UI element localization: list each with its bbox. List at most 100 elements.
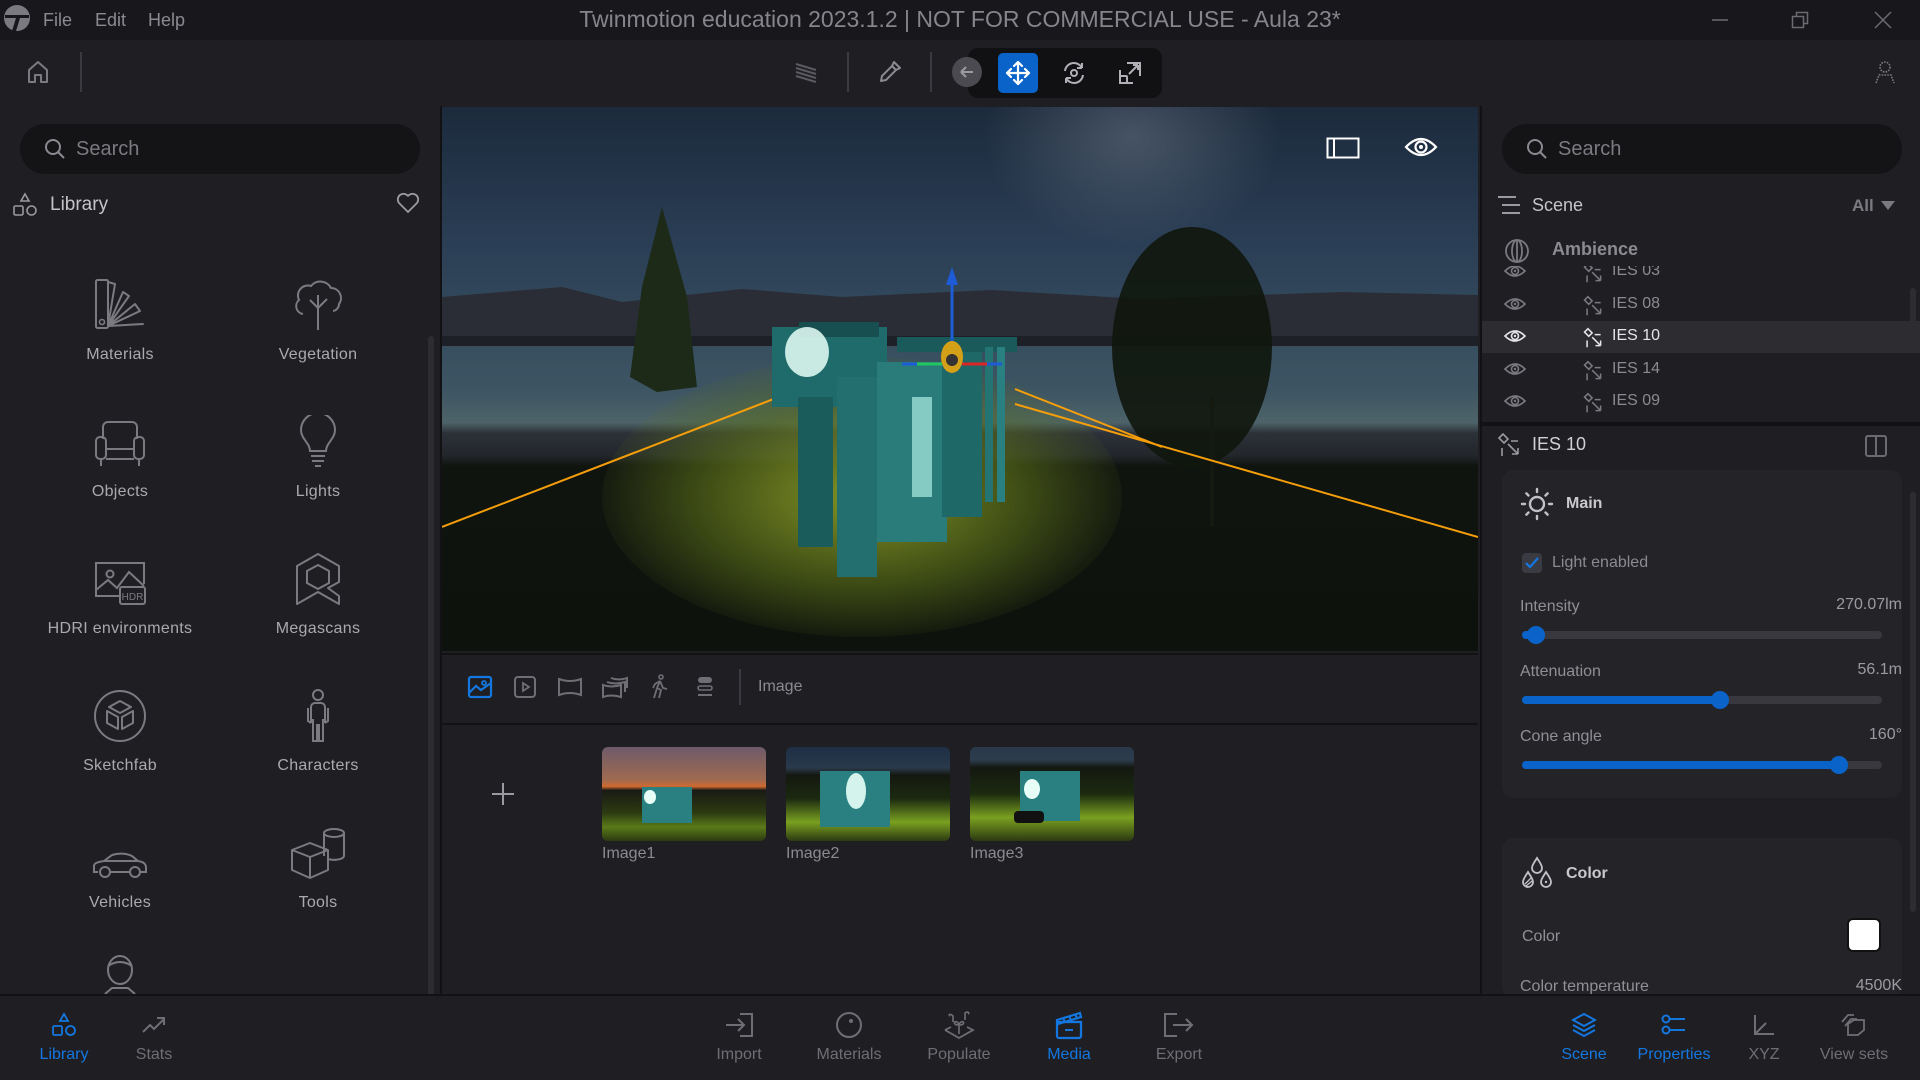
visibility-toggle-icon[interactable]: [1504, 361, 1526, 377]
intensity-slider[interactable]: [1522, 626, 1882, 644]
slider-knob[interactable]: [1829, 756, 1848, 774]
library-scrollbar[interactable]: [428, 336, 434, 1041]
scene-list-scrollbar[interactable]: [1910, 288, 1916, 336]
checkbox-box[interactable]: [1522, 553, 1542, 573]
eyedropper-button[interactable]: [870, 52, 910, 92]
light-enabled-label: Light enabled: [1552, 554, 1649, 571]
cone-angle-slider[interactable]: [1522, 756, 1882, 774]
light-enabled-checkbox[interactable]: Light enabled: [1522, 553, 1648, 573]
media-tab-phased[interactable]: [691, 673, 719, 701]
scene-search-input[interactable]: [1558, 137, 1859, 161]
nav-stats[interactable]: Stats: [104, 1010, 204, 1070]
split-view-button[interactable]: [1864, 434, 1888, 458]
image-thumbnail-2[interactable]: [786, 747, 950, 841]
scene-row-name: IES 14: [1612, 359, 1661, 377]
panorama-set-icon: [602, 676, 628, 699]
library-item-characters[interactable]: Characters: [218, 673, 418, 793]
image-thumbnail-3[interactable]: [970, 747, 1134, 841]
rotate-tool-button[interactable]: [1054, 53, 1094, 93]
nav-populate[interactable]: Populate: [909, 1010, 1009, 1070]
image-thumbnail-1[interactable]: [602, 747, 766, 841]
view-visibility-button[interactable]: [1404, 135, 1438, 159]
scene-menu-button[interactable]: [1496, 194, 1522, 216]
layers-button[interactable]: [786, 52, 826, 92]
menu-edit[interactable]: Edit: [95, 0, 126, 40]
library-item-megascans[interactable]: Megascans: [218, 536, 418, 656]
nav-label: Media: [1047, 1046, 1091, 1063]
scene-row[interactable]: IES 09: [1482, 386, 1920, 418]
media-tab-panorama[interactable]: [556, 673, 584, 701]
media-divider: [739, 669, 741, 705]
library-item-vegetation[interactable]: Vegetation: [218, 262, 418, 382]
home-button[interactable]: [18, 52, 58, 92]
ies-light-icon: [1582, 295, 1604, 317]
scene-group-ambience[interactable]: Ambience: [1552, 239, 1638, 260]
media-gallery: Image1 Image2 Image3: [442, 723, 1478, 994]
favorites-button[interactable]: [396, 192, 420, 214]
scene-row[interactable]: IES 03: [1482, 266, 1920, 288]
nav-label: View sets: [1819, 1046, 1889, 1063]
visibility-toggle-icon[interactable]: [1504, 266, 1526, 279]
nav-properties[interactable]: Properties: [1624, 1010, 1724, 1070]
scale-tool-button[interactable]: [1110, 53, 1150, 93]
visibility-toggle-icon[interactable]: [1504, 328, 1526, 344]
media-tab-panorama-set[interactable]: [601, 673, 629, 701]
nav-xyz[interactable]: XYZ: [1714, 1010, 1814, 1070]
library-item-hdri[interactable]: HDR HDRI environments: [20, 536, 220, 656]
color-swatch[interactable]: [1847, 918, 1881, 952]
library-item-vehicles[interactable]: Vehicles: [20, 810, 220, 930]
slider-knob[interactable]: [1711, 691, 1729, 709]
library-item-objects[interactable]: Objects: [20, 399, 220, 519]
slider-knob[interactable]: [1527, 626, 1546, 644]
megascans-icon: [296, 553, 340, 605]
toggle-panel-button[interactable]: [1326, 137, 1360, 159]
move-tool-button[interactable]: [998, 53, 1038, 93]
add-image-button[interactable]: [490, 781, 516, 807]
toolbar-divider: [847, 52, 849, 92]
scene-filter-dropdown[interactable]: All: [1852, 196, 1896, 216]
scene-row-name: IES 10: [1612, 327, 1661, 344]
person-icon: [307, 689, 329, 742]
library-item-lights[interactable]: Lights: [218, 399, 418, 519]
library-item-materials[interactable]: Materials: [20, 262, 220, 382]
nav-import[interactable]: Import: [689, 1010, 789, 1070]
media-tab-video[interactable]: [511, 673, 539, 701]
nav-view-sets[interactable]: View sets: [1804, 1010, 1904, 1070]
library-search-input[interactable]: [76, 137, 377, 161]
properties-scrollbar[interactable]: [1910, 492, 1916, 912]
restore-button[interactable]: [1765, 0, 1835, 40]
library-search[interactable]: [20, 124, 420, 174]
nav-media[interactable]: Media: [1019, 1010, 1119, 1070]
visibility-toggle-icon[interactable]: [1504, 393, 1526, 409]
nav-materials[interactable]: Materials: [799, 1010, 899, 1070]
media-tab-image[interactable]: [466, 673, 494, 701]
nav-export[interactable]: Export: [1129, 1010, 1229, 1070]
axis-icon: [1754, 1015, 1774, 1035]
shapes-icon: [13, 192, 37, 216]
menu-help[interactable]: Help: [148, 0, 185, 40]
back-button[interactable]: [952, 57, 982, 87]
scene-row[interactable]: IES 08: [1482, 289, 1920, 321]
nav-label: Library: [39, 1046, 89, 1063]
library-item-tools[interactable]: Tools: [218, 810, 418, 930]
nav-scene[interactable]: Scene: [1534, 1010, 1634, 1070]
account-button[interactable]: [1865, 52, 1905, 92]
attenuation-slider[interactable]: [1522, 691, 1882, 709]
menu-file[interactable]: File: [43, 0, 72, 40]
library-item-sketchfab[interactable]: Sketchfab: [20, 673, 220, 793]
3d-viewport[interactable]: [442, 107, 1478, 651]
slider-fill: [1522, 696, 1720, 704]
close-button[interactable]: [1848, 0, 1918, 40]
scene-search[interactable]: [1502, 124, 1902, 174]
library-header-icon: [12, 192, 38, 218]
media-tab-path[interactable]: [646, 673, 674, 701]
visibility-toggle-icon[interactable]: [1504, 296, 1526, 312]
minimize-button[interactable]: [1685, 0, 1755, 40]
scene-row[interactable]: IES 14: [1482, 354, 1920, 386]
plus-icon: [492, 783, 514, 805]
nav-library[interactable]: Library: [14, 1010, 114, 1070]
nav-label: Populate: [927, 1046, 991, 1063]
library-item-partial[interactable]: [102, 954, 138, 994]
window-title: Twinmotion education 2023.1.2 | NOT FOR …: [579, 6, 1341, 32]
scene-row[interactable]: IES 10: [1482, 321, 1920, 353]
